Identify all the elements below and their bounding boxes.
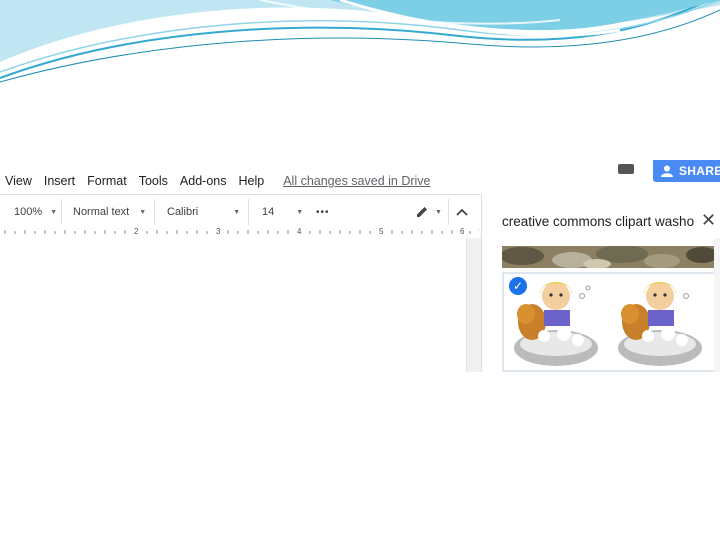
more-label: ••• [316, 206, 330, 218]
menu-addons[interactable]: Add-ons [180, 174, 227, 188]
toolbar-divider [248, 199, 249, 225]
comment-history-icon[interactable] [616, 164, 636, 176]
chevron-down-icon: ▼ [139, 208, 147, 216]
explore-search-input[interactable]: creative commons clipart washo [502, 214, 698, 229]
check-icon[interactable]: ✓ [509, 277, 527, 295]
screenshot-panel: SHARE View Insert Format Tools Add-ons H… [0, 160, 720, 372]
chevron-down-icon: ▼ [435, 208, 442, 216]
style-select[interactable]: Normal text ▼ [73, 195, 146, 229]
ruler-number: 5 [379, 227, 384, 236]
menu-format[interactable]: Format [87, 174, 127, 188]
font-size-select[interactable]: 14 ▼ [262, 195, 303, 229]
document-page[interactable] [0, 238, 466, 372]
toolbar-divider [448, 199, 449, 225]
ruler-number: 4 [297, 227, 302, 236]
explore-panel: creative commons clipart washo ✕ ✓ [481, 194, 720, 372]
ruler-number: 6 [460, 227, 465, 236]
chevron-down-icon: ▼ [296, 208, 304, 216]
share-button[interactable]: SHARE [653, 160, 720, 182]
menu-tools[interactable]: Tools [139, 174, 168, 188]
toolbar-divider [154, 199, 155, 225]
ruler[interactable] [0, 226, 478, 237]
style-value: Normal text [73, 206, 130, 218]
menu-insert[interactable]: Insert [44, 174, 75, 188]
font-select[interactable]: Calibri ▼ [167, 195, 240, 229]
saved-status-link[interactable]: All changes saved in Drive [283, 174, 430, 188]
toolbar-divider [61, 199, 62, 225]
image-result-photo[interactable] [502, 246, 716, 268]
font-value: Calibri [167, 206, 199, 218]
pencil-icon [417, 207, 427, 217]
collapse-toolbar-button[interactable] [456, 195, 468, 229]
document-scrollbar[interactable] [466, 238, 481, 372]
menu-help[interactable]: Help [238, 174, 264, 188]
ruler-number: 2 [134, 227, 139, 236]
more-options-button[interactable]: ••• [316, 195, 330, 229]
editing-mode-button[interactable]: ▼ [415, 195, 442, 229]
chevron-up-icon [456, 208, 468, 216]
panel-scrollbar[interactable] [714, 238, 720, 372]
font-size-value: 14 [262, 206, 275, 218]
header-swoosh [0, 0, 720, 83]
photo-thumbnail [502, 246, 716, 268]
chevron-down-icon: ▼ [50, 208, 58, 216]
close-icon[interactable]: ✕ [701, 210, 716, 230]
share-label: SHARE [679, 164, 720, 178]
menu-view[interactable]: View [5, 174, 32, 188]
zoom-select[interactable]: 100% ▼ [14, 195, 57, 229]
image-result-selected[interactable]: ✓ [502, 272, 716, 372]
menu-bar: View Insert Format Tools Add-ons Help Al… [0, 170, 431, 192]
toolbar: 100% ▼ Normal text ▼ Calibri ▼ 14 ▼ ••• … [0, 194, 480, 230]
ruler-number: 3 [216, 227, 221, 236]
clipart-washing-dog-image [514, 282, 702, 366]
person-icon [661, 165, 673, 177]
zoom-value: 100% [14, 206, 43, 218]
chevron-down-icon: ▼ [233, 208, 241, 216]
